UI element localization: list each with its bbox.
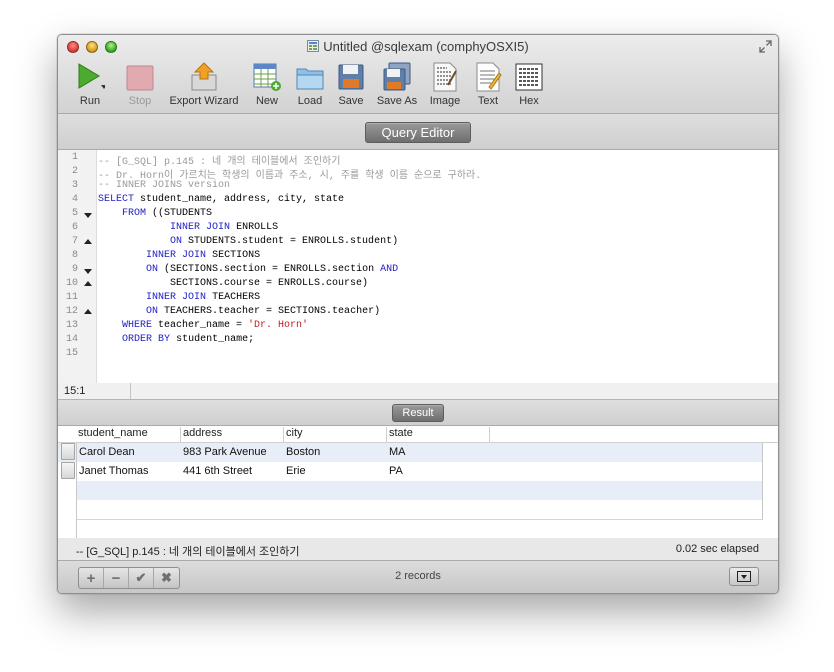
fold-collapse-icon[interactable] — [84, 213, 92, 218]
column-header-student-name[interactable]: student_name — [76, 427, 181, 442]
fullscreen-icon[interactable] — [759, 40, 772, 53]
cursor-position: 15:1 — [64, 385, 86, 397]
line-number: 8 — [71, 250, 78, 261]
folder-icon — [296, 68, 324, 90]
play-icon — [78, 63, 105, 89]
result-label: Result — [392, 404, 444, 422]
line-number: 1 — [71, 152, 78, 163]
load-button[interactable]: Load — [294, 61, 326, 107]
code-line: FROM ((STUDENTS — [122, 208, 213, 219]
fold-end-icon[interactable] — [84, 239, 92, 244]
dropdown-menu-icon — [737, 571, 751, 582]
title-bar: Untitled @sqlexam (comphyOSXI5) Run Stop — [58, 35, 778, 114]
window-title-container: Untitled @sqlexam (comphyOSXI5) — [58, 39, 778, 54]
stop-button[interactable]: Stop — [123, 61, 157, 107]
cell-city: Boston — [286, 446, 321, 458]
line-number: 10 — [65, 278, 78, 289]
fold-end-icon[interactable] — [84, 309, 92, 314]
cell-state: MA — [389, 446, 406, 458]
export-icon — [191, 62, 217, 91]
row-header-handle[interactable] — [61, 443, 75, 460]
line-number: 3 — [71, 180, 78, 191]
line-number: 2 — [71, 166, 78, 177]
cell-city: Erie — [286, 465, 306, 477]
query-info-bar: -- [G_SQL] p.145 : 네 개의 테이블에서 조인하기 0.02 … — [58, 540, 778, 560]
code-line: SELECT student_name, address, city, stat… — [98, 194, 345, 205]
line-number: 7 — [71, 236, 78, 247]
fold-end-icon[interactable] — [84, 281, 92, 286]
text-button[interactable]: Text — [473, 61, 503, 107]
table-row[interactable]: Janet Thomas 441 6th Street Erie PA — [58, 462, 762, 481]
code-line: INNER JOIN ENROLLS — [170, 222, 279, 233]
code-line: ON TEACHERS.teacher = SECTIONS.teacher) — [146, 306, 381, 317]
export-wizard-button[interactable]: Export Wizard — [166, 61, 242, 107]
window-title: Untitled @sqlexam (comphyOSXI5) — [323, 39, 529, 54]
bottom-toolbar: + − ✔ ✖ 2 records — [58, 560, 778, 593]
elapsed-time: 0.02 sec elapsed — [675, 543, 759, 555]
line-number: 12 — [65, 306, 78, 317]
image-button[interactable]: Image — [427, 61, 463, 107]
line-number: 15 — [65, 348, 78, 359]
code-line: ORDER BY student_name; — [122, 334, 255, 345]
cell-address: 441 6th Street — [183, 465, 253, 477]
cell-student-name: Janet Thomas — [79, 465, 149, 477]
save-button[interactable]: Save — [336, 61, 366, 107]
query-editor-header: Query Editor — [58, 114, 778, 150]
column-header-address[interactable]: address — [181, 427, 284, 442]
column-header-state[interactable]: state — [387, 427, 490, 442]
result-header: Result — [58, 400, 778, 426]
line-number: 5 — [71, 208, 78, 219]
result-table[interactable]: student_name address city state Carol De… — [58, 426, 778, 538]
table-left-border — [76, 443, 77, 538]
text-document-icon — [476, 62, 502, 92]
new-button[interactable]: New — [251, 61, 283, 107]
line-number: 14 — [65, 334, 78, 345]
empty-row — [76, 481, 762, 500]
editor-status-line: 15:1 — [58, 383, 778, 400]
new-table-icon — [253, 63, 281, 91]
line-number: 13 — [65, 320, 78, 331]
code-line: -- INNER JOINS version — [98, 180, 231, 191]
query-editor-label: Query Editor — [365, 122, 471, 143]
code-line: WHERE teacher_name = 'Dr. Horn' — [122, 320, 309, 331]
line-number: 4 — [71, 194, 78, 205]
code-area[interactable]: -- [G_SQL] p.145 : 네 개의 테이블에서 조인하기 -- Dr… — [98, 150, 778, 383]
database-document-icon — [307, 40, 320, 52]
options-menu-button[interactable] — [729, 567, 759, 586]
status-divider — [130, 383, 131, 399]
app-window: Untitled @sqlexam (comphyOSXI5) Run Stop — [57, 34, 779, 594]
hex-button[interactable]: Hex — [513, 61, 545, 107]
floppy-multiple-icon — [383, 62, 411, 91]
hex-grid-icon — [515, 63, 543, 91]
cell-address: 983 Park Avenue — [183, 446, 267, 458]
cell-state: PA — [389, 465, 403, 477]
empty-row — [76, 500, 762, 520]
stop-icon — [126, 65, 154, 91]
column-header-city[interactable]: city — [284, 427, 387, 442]
line-number: 9 — [71, 264, 78, 275]
fold-collapse-icon[interactable] — [84, 269, 92, 274]
code-line: ON STUDENTS.student = ENROLLS.student) — [170, 236, 399, 247]
code-line: SECTIONS.course = ENROLLS.course) — [98, 278, 369, 289]
code-line: INNER JOIN SECTIONS — [146, 250, 261, 261]
code-line: ON (SECTIONS.section = ENROLLS.section A… — [146, 264, 399, 275]
code-line: INNER JOIN TEACHERS — [146, 292, 261, 303]
run-button[interactable]: Run — [73, 61, 107, 107]
table-right-border — [762, 443, 763, 520]
line-number: 11 — [65, 292, 78, 303]
floppy-icon — [338, 64, 364, 90]
query-comment: -- [G_SQL] p.145 : 네 개의 테이블에서 조인하기 — [76, 546, 300, 558]
table-row[interactable]: Carol Dean 983 Park Avenue Boston MA — [58, 443, 762, 462]
row-header-handle[interactable] — [61, 462, 75, 479]
record-count: 2 records — [395, 570, 441, 582]
line-number-gutter: 1 2 3 4 5 6 7 8 9 10 11 12 13 14 15 — [58, 150, 97, 383]
line-number: 6 — [71, 222, 78, 233]
save-as-button[interactable]: Save As — [375, 61, 419, 107]
binary-document-icon — [433, 62, 457, 92]
sql-editor[interactable]: 1 2 3 4 5 6 7 8 9 10 11 12 13 14 15 -- [… — [58, 150, 778, 384]
cell-student-name: Carol Dean — [79, 446, 135, 458]
result-table-header: student_name address city state — [58, 426, 778, 443]
